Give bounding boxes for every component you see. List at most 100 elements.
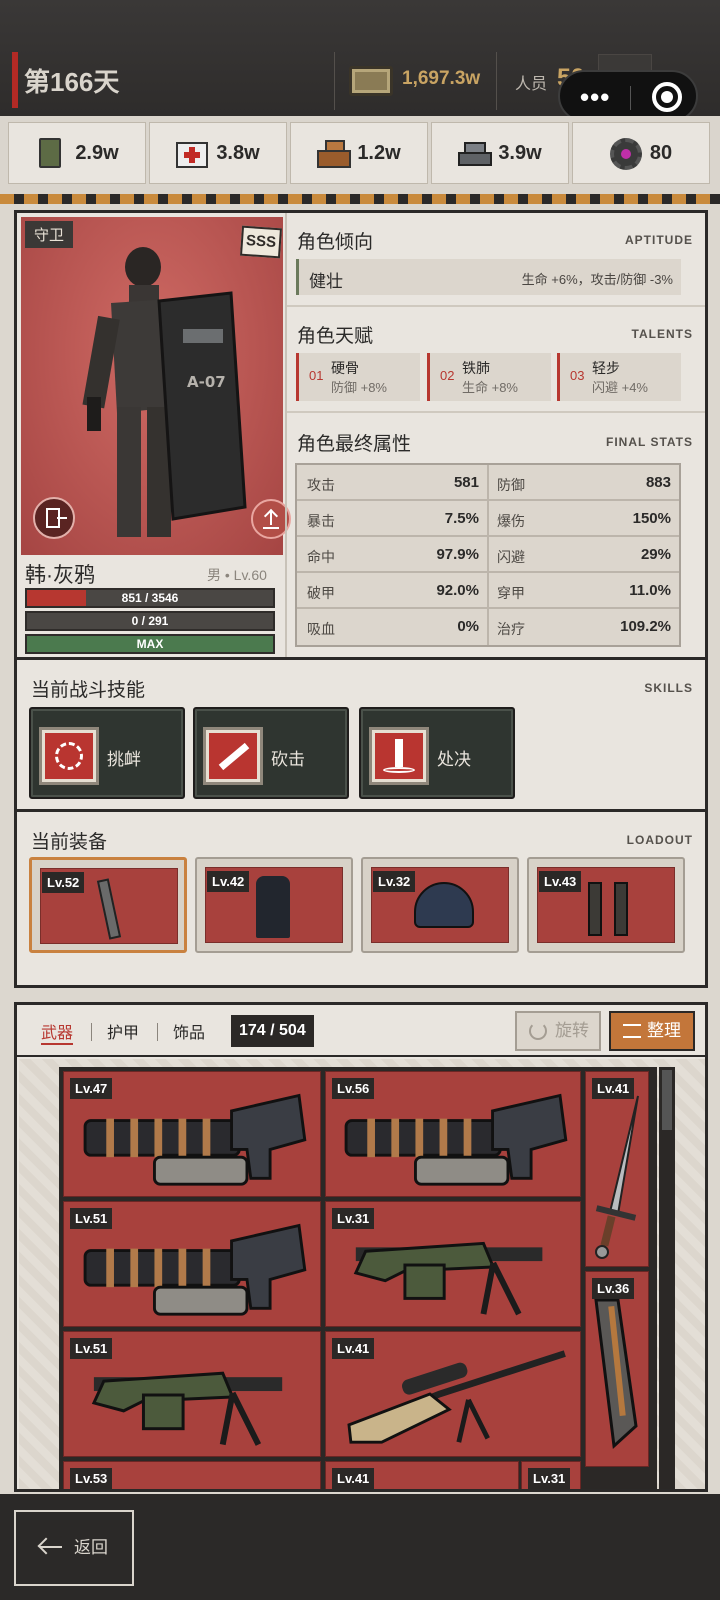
talents-title: 角色天赋 (297, 326, 374, 347)
miniapp-capsule[interactable]: ••• (558, 70, 698, 122)
stat-label: 吸血 (307, 621, 335, 637)
scroll-thumb[interactable] (662, 1070, 672, 1130)
character-meta: 男 • Lv.60 (207, 567, 267, 583)
talent-item[interactable]: 01 硬骨 防御 +8% (296, 353, 420, 401)
skill-execute[interactable]: 处决 (359, 707, 515, 799)
stat-value: 150% (632, 510, 671, 527)
game-screen: 第166天 1,697.3w 人员 50 ••• 2.9w 3.8w 1.2w … (0, 0, 720, 1600)
execute-icon (369, 727, 429, 785)
item-level: Lv.51 (70, 1208, 113, 1229)
tab-accessories[interactable]: 饰品 (173, 1019, 205, 1043)
staff-label: 人员 (515, 76, 548, 93)
inventory-item[interactable]: Lv.41 (585, 1071, 649, 1267)
inventory-item[interactable]: Lv.51 (63, 1201, 321, 1327)
divider (334, 52, 335, 110)
leg-exo-icon (588, 882, 602, 936)
machine-gun-icon (353, 1241, 543, 1316)
inventory-item[interactable]: Lv.31 (521, 1461, 581, 1489)
talent-item[interactable]: 03 轻步 闪避 +4% (557, 353, 681, 401)
slash-icon (203, 727, 263, 785)
stat-value: 883 (645, 474, 671, 491)
xp-bar: 0 / 291 (25, 611, 275, 631)
wood-icon (317, 136, 352, 170)
aptitude-title-en: APTITUDE (625, 233, 693, 247)
inventory-capacity: 174 / 504 (231, 1015, 314, 1047)
resource-food: 2.9w (8, 122, 146, 184)
resource-bar: 2.9w 3.8w 1.2w 3.9w 80 (0, 116, 720, 194)
heavy-blade-icon (594, 1298, 638, 1450)
item-level: Lv.31 (332, 1208, 375, 1229)
rotate-icon (529, 1022, 547, 1040)
day-accent (12, 52, 18, 108)
hp-bar: 851 / 3546 (25, 588, 275, 608)
equip-slot-armor[interactable]: Lv.42 (195, 857, 353, 953)
blade-icon (96, 878, 122, 940)
stat-label: 爆伤 (497, 513, 525, 529)
medkit-icon (176, 136, 209, 170)
aptitude-desc: 生命 +6%，攻击/防御 -3% (521, 272, 673, 287)
back-button[interactable]: 返回 (14, 1510, 134, 1586)
item-level: Lv.47 (70, 1078, 113, 1099)
inventory-item[interactable]: Lv.41 (325, 1331, 581, 1457)
skills-title-en: SKILLS (644, 681, 693, 695)
stats-title-en: FINAL STATS (606, 435, 693, 449)
stat-label: 闪避 (497, 549, 525, 565)
stat-value: 7.5% (444, 510, 479, 527)
more-icon[interactable]: ••• (580, 82, 610, 113)
inventory-panel: 武器 护甲 饰品 174 / 504 旋转 整理 Lv.47 Lv.56 Lv.41… (14, 1002, 708, 1492)
inventory-item[interactable]: Lv.56 (325, 1071, 581, 1197)
talent-item[interactable]: 02 铁肺 生命 +8% (427, 353, 551, 401)
stat-value: 92.0% (436, 582, 479, 599)
inventory-grid-area: Lv.47 Lv.56 Lv.41 Lv.51 Lv.31 Lv.36 Lv.51 Lv.41… (19, 1059, 705, 1489)
stat-value: 29% (640, 546, 671, 563)
stat-value: 581 (453, 474, 479, 491)
role-badge: 守卫 (25, 221, 74, 248)
talents-title-en: TALENTS (631, 327, 693, 341)
sort-button[interactable]: 整理 (609, 1011, 695, 1051)
equip-slot-helmet[interactable]: Lv.32 (361, 857, 519, 953)
item-level: Lv.51 (70, 1338, 113, 1359)
inventory-scrollbar[interactable] (659, 1067, 675, 1489)
cash-icon (349, 66, 393, 96)
item-level: Lv.41 (332, 1468, 375, 1489)
inventory-toolbar: 武器 护甲 饰品 174 / 504 旋转 整理 (17, 1005, 705, 1057)
stats-title: 角色最终属性 (297, 434, 412, 455)
rotate-button[interactable]: 旋转 (515, 1011, 601, 1051)
inventory-item[interactable]: Lv.41 (325, 1461, 519, 1489)
skill-taunt[interactable]: 挑衅 (29, 707, 185, 799)
skills-title: 当前战斗技能 (31, 680, 146, 701)
item-level: Lv.36 (592, 1278, 635, 1299)
equip-slot-legs[interactable]: Lv.43 (527, 857, 685, 953)
stats-row: 攻击 581 防御 883 (297, 465, 679, 501)
stat-value: 0% (457, 618, 479, 635)
money-value: 1,697.3w (402, 68, 481, 89)
resource-medicine: 3.8w (149, 122, 287, 184)
dismiss-button[interactable] (33, 497, 75, 539)
item-level: Lv.31 (528, 1468, 571, 1489)
hp-fill (27, 590, 87, 606)
stat-value: 11.0% (629, 582, 671, 599)
arrow-left-icon (40, 1546, 62, 1548)
stat-label: 命中 (307, 549, 335, 565)
stat-value: 97.9% (436, 546, 479, 563)
stat-label: 攻击 (307, 477, 335, 493)
tab-weapons[interactable]: 武器 (41, 1019, 74, 1045)
sort-icon (623, 1024, 641, 1038)
stats-row: 暴击 7.5% 爆伤 150% (297, 501, 679, 537)
inventory-item[interactable]: Lv.36 (585, 1271, 649, 1467)
close-miniapp-icon[interactable] (652, 82, 682, 112)
item-level: Lv.53 (70, 1468, 113, 1489)
inventory-item[interactable]: Lv.31 (325, 1201, 581, 1327)
rank-badge: SSS (240, 225, 282, 259)
food-can-icon (35, 136, 65, 170)
inventory-grid: Lv.47 Lv.56 Lv.41 Lv.51 Lv.31 Lv.36 Lv.51 Lv.41… (59, 1067, 657, 1489)
bodysuit-icon (256, 876, 290, 938)
inventory-item[interactable]: Lv.51 (63, 1331, 321, 1457)
tab-armor[interactable]: 护甲 (107, 1019, 139, 1043)
inventory-item[interactable]: Lv.53 (63, 1461, 321, 1489)
equip-slot-weapon[interactable]: Lv.52 (29, 857, 187, 953)
skill-slash[interactable]: 砍击 (193, 707, 349, 799)
inventory-item[interactable]: Lv.47 (63, 1071, 321, 1197)
resource-wood: 1.2w (290, 122, 428, 184)
loadout-title-en: LOADOUT (626, 833, 693, 847)
